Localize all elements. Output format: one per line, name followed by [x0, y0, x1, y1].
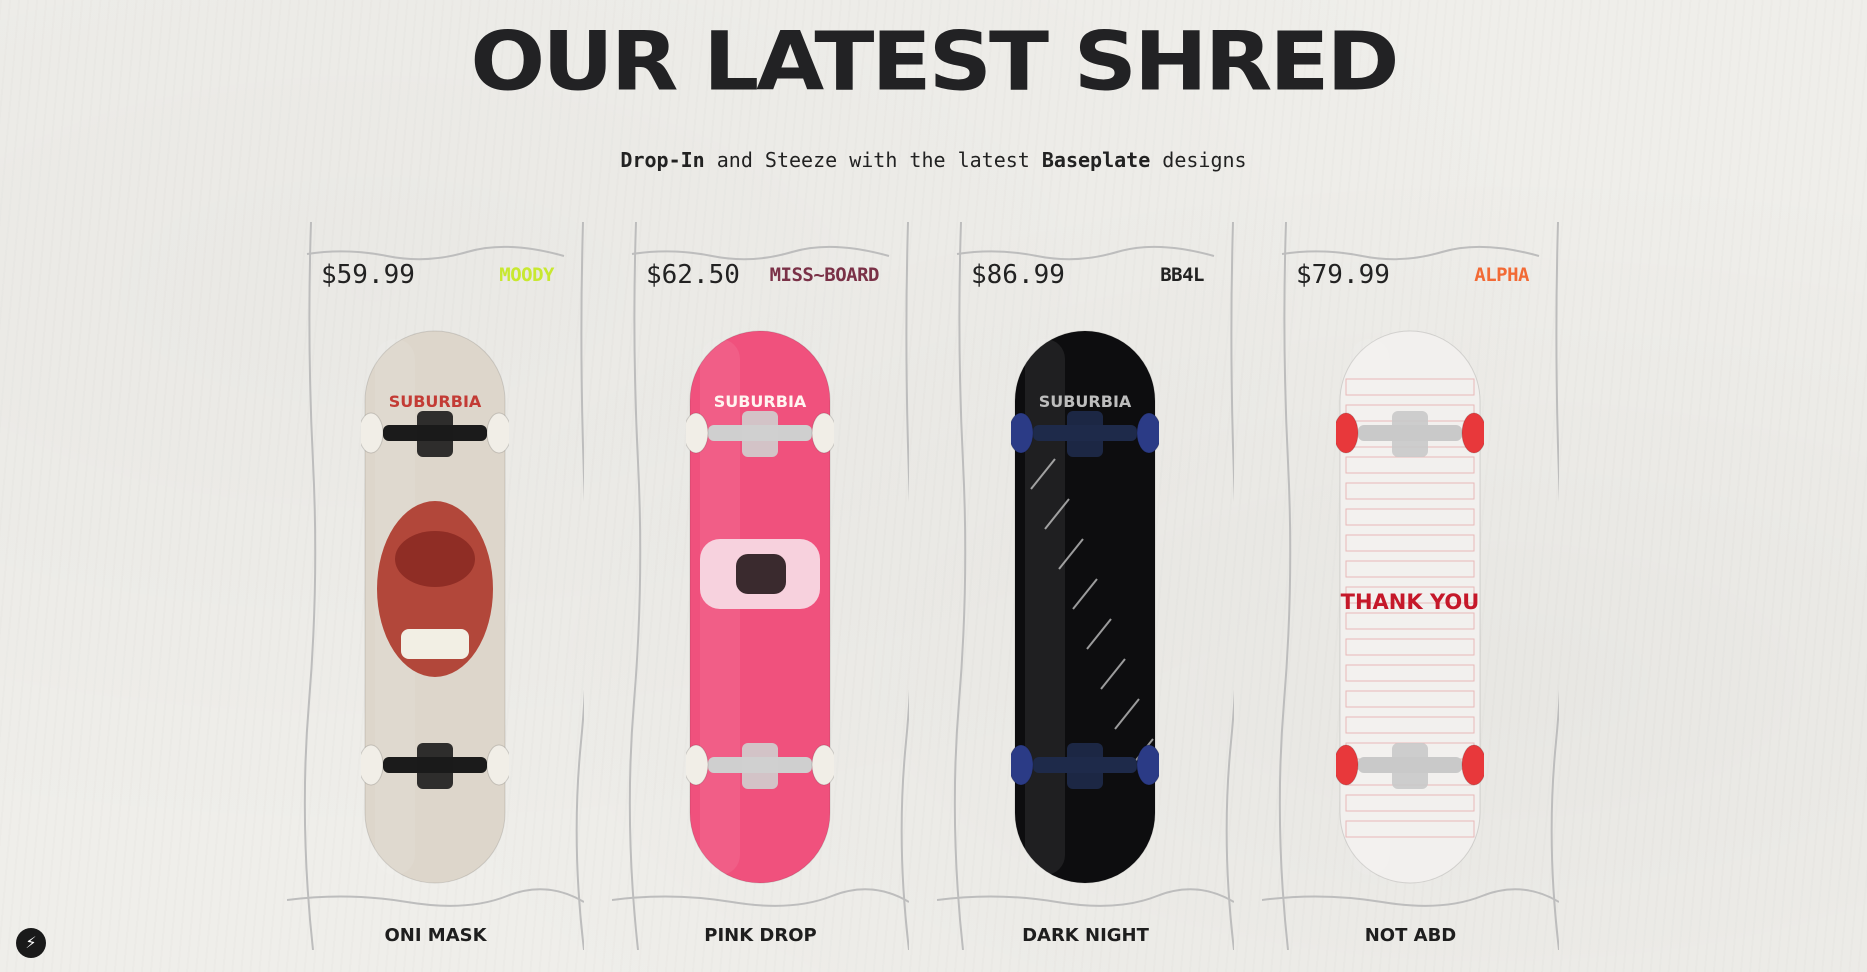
product-name[interactable]: NOT ABD — [1262, 925, 1559, 946]
product-name[interactable]: PINK DROP — [612, 925, 909, 946]
wheel — [686, 412, 709, 454]
subtitle-text-2: designs — [1150, 148, 1247, 172]
product-brand: BB4L — [1160, 264, 1204, 286]
wheel — [486, 744, 509, 786]
truck-baseplate — [742, 411, 778, 457]
product-price: $86.99 — [971, 260, 1065, 290]
wheel — [1461, 412, 1484, 454]
truck-baseplate — [417, 743, 453, 789]
background-texture — [0, 0, 1867, 972]
wheel — [1011, 744, 1034, 786]
wheel — [1136, 412, 1159, 454]
subtitle-baseplate: Baseplate — [1041, 148, 1151, 172]
truck-baseplate — [1067, 743, 1103, 789]
truck-baseplate — [1392, 743, 1428, 789]
deck-art-mask-detail — [395, 531, 475, 587]
truck-baseplate — [1392, 411, 1428, 457]
product-name[interactable]: DARK NIGHT — [937, 925, 1234, 946]
truck-baseplate — [742, 743, 778, 789]
skateboard-image[interactable]: SUBURBIA — [1011, 329, 1159, 885]
product-brand: MOODY — [499, 264, 554, 286]
product-brand: ALPHA — [1474, 264, 1529, 286]
product-brand: MISS~BOARD — [769, 264, 880, 286]
skateboard-image[interactable]: SUBURBIA — [361, 329, 509, 885]
deck-logo: THANK YOU — [1341, 590, 1480, 614]
wheel — [1136, 744, 1159, 786]
truck-baseplate — [417, 411, 453, 457]
product-card[interactable]: $59.99 MOODY SUBURBIA ONI MASK — [287, 222, 584, 950]
deck-highlight — [1025, 339, 1065, 875]
wheel — [1336, 744, 1359, 786]
wheel — [1336, 412, 1359, 454]
lightning-icon[interactable]: ⚡ — [16, 928, 46, 958]
skateboard-image[interactable]: SUBURBIA — [686, 329, 834, 885]
product-price: $59.99 — [321, 260, 415, 290]
wheel — [1461, 744, 1484, 786]
deck-logo: SUBURBIA — [1039, 392, 1132, 411]
product-name[interactable]: ONI MASK — [287, 925, 584, 946]
subtitle-drop-in: Drop-In — [620, 148, 705, 172]
product-card[interactable]: $86.99 BB4L SUBURBIA DARK NIGHT — [937, 222, 1234, 950]
deck-art-teeth — [401, 629, 469, 659]
subtitle-text-1: and Steeze with the latest — [704, 148, 1042, 172]
wheel — [361, 412, 384, 454]
product-price: $79.99 — [1296, 260, 1390, 290]
page-title: OUR LATEST SHRED — [470, 14, 1399, 109]
truck-baseplate — [1067, 411, 1103, 457]
wheel — [686, 744, 709, 786]
deck-art-splash-dark — [736, 554, 786, 594]
product-card[interactable]: $62.50 MISS~BOARD SUBURBIA PINK DROP — [612, 222, 909, 950]
skateboard-image[interactable]: THANK YOU — [1336, 329, 1484, 885]
wheel — [486, 412, 509, 454]
product-price: $62.50 — [646, 260, 740, 290]
wheel — [361, 744, 384, 786]
page-subtitle: Drop-In and Steeze with the latest Basep… — [0, 148, 1867, 172]
wheel — [1011, 412, 1034, 454]
deck-logo: SUBURBIA — [714, 392, 807, 411]
deck-logo: SUBURBIA — [389, 392, 482, 411]
product-card[interactable]: $79.99 ALPHA THANK YOU NOT ABD — [1262, 222, 1559, 950]
wheel — [811, 412, 834, 454]
wheel — [811, 744, 834, 786]
